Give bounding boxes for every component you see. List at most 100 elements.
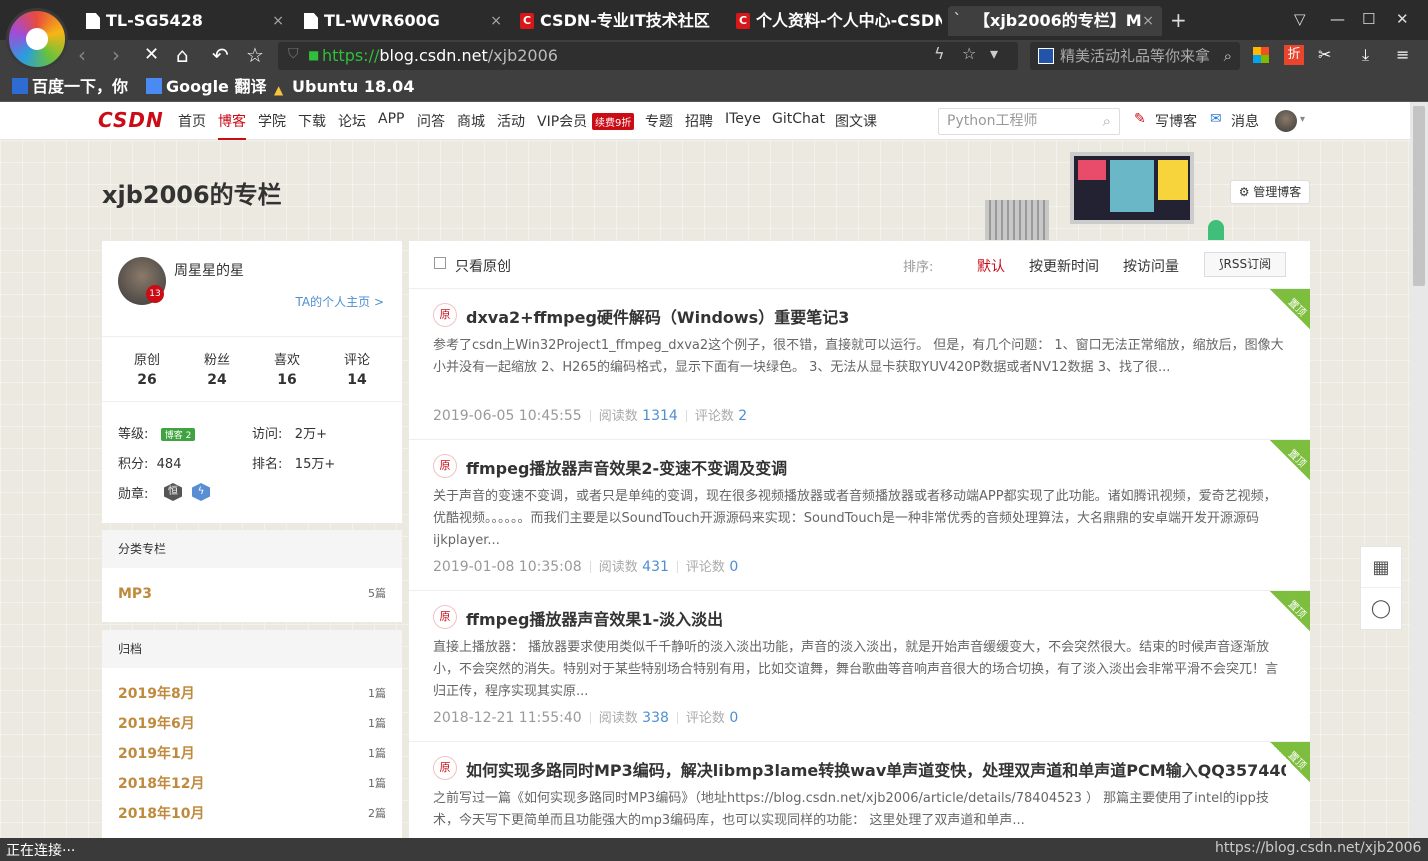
feedback-icon[interactable]: ◯ bbox=[1361, 588, 1401, 629]
sort-default[interactable]: 默认 bbox=[977, 256, 1005, 276]
browser-tab-3[interactable]: C CSDN-专业IT技术社区 bbox=[514, 6, 726, 36]
close-icon[interactable]: × bbox=[272, 6, 284, 36]
messages-link[interactable]: 消息 bbox=[1231, 111, 1259, 131]
user-avatar[interactable] bbox=[1275, 110, 1297, 132]
nav-item-topics[interactable]: 专题 bbox=[645, 111, 673, 131]
nav-item-courses[interactable]: 图文课 bbox=[835, 111, 877, 131]
browser-tab-1[interactable]: TL-SG5428 × bbox=[80, 6, 292, 36]
sort-by-update[interactable]: 按更新时间 bbox=[1029, 256, 1099, 276]
bookmark-baidu[interactable]: 百度一下，你 bbox=[12, 76, 132, 98]
search-icon[interactable]: ⌕ bbox=[1224, 42, 1232, 70]
download-icon[interactable]: ⤓ bbox=[1362, 42, 1369, 68]
stat-comments[interactable]: 评论 14 bbox=[322, 349, 392, 388]
archive-item[interactable]: 2019年6月 1篇 bbox=[118, 709, 386, 739]
only-original-label[interactable]: 只看原创 bbox=[455, 256, 511, 276]
nav-item-app[interactable]: APP bbox=[378, 111, 404, 127]
stat-likes[interactable]: 喜欢 16 bbox=[252, 349, 322, 388]
article-title[interactable]: ffmpeg播放器声音效果1-淡入淡出 bbox=[466, 606, 723, 630]
level-badge[interactable]: 博客 2 bbox=[160, 428, 196, 441]
close-icon[interactable]: × bbox=[490, 6, 502, 36]
menu-icon[interactable]: ≡ bbox=[1396, 42, 1409, 68]
skin-icon[interactable]: ▽ bbox=[1294, 6, 1306, 32]
apps-icon[interactable] bbox=[1253, 47, 1269, 63]
archive-item[interactable]: 2019年8月 1篇 bbox=[118, 679, 386, 709]
browser-tab-4[interactable]: C 个人资料-个人中心-CSDN bbox=[730, 6, 942, 36]
article-title[interactable]: dxva2+ffmpeg硬件解码（Windows）重要笔记3 bbox=[466, 304, 849, 328]
article-summary[interactable]: 直接上播放器： 播放器要求使用类似千千静听的淡入淡出功能，声音的淡入淡出，就是开… bbox=[433, 637, 1285, 703]
scissors-icon[interactable]: ✂ bbox=[1318, 42, 1331, 68]
nav-item-iteye[interactable]: ITeye bbox=[725, 111, 761, 127]
qrcode-icon[interactable]: ▦ bbox=[1361, 547, 1401, 588]
article-summary[interactable]: 之前写过一篇《如何实现多路同时MP3编码》（地址https://blog.csd… bbox=[433, 788, 1285, 832]
archive-item[interactable]: 2018年12月 1篇 bbox=[118, 769, 386, 799]
nav-item-academy[interactable]: 学院 bbox=[258, 111, 286, 131]
medal-speed-icon[interactable]: ϟ bbox=[192, 483, 210, 501]
article-title[interactable]: ffmpeg播放器声音效果2-变速不变调及变调 bbox=[466, 455, 787, 479]
nav-item-blog[interactable]: 博客 bbox=[218, 111, 246, 140]
new-tab-button[interactable]: + bbox=[1170, 6, 1187, 34]
mail-icon[interactable]: ✉ bbox=[1210, 111, 1222, 127]
archive-item[interactable]: 2018年10月 2篇 bbox=[118, 799, 386, 829]
only-original-checkbox[interactable] bbox=[434, 257, 446, 269]
stop-icon[interactable]: ✕ bbox=[144, 42, 159, 68]
vertical-scrollbar[interactable] bbox=[1410, 102, 1428, 838]
sort-by-views[interactable]: 按访问量 bbox=[1123, 256, 1179, 276]
nav-item-download[interactable]: 下载 bbox=[298, 111, 326, 131]
gear-icon: ⚙ bbox=[1238, 185, 1254, 199]
article-summary[interactable]: 关于声音的变速不变调，或者只是单纯的变调，现在很多视频播放器或者音频播放器或者移… bbox=[433, 486, 1285, 552]
archive-item[interactable]: 2019年1月 1篇 bbox=[118, 739, 386, 769]
browser-logo-icon[interactable] bbox=[6, 8, 68, 70]
write-blog-link[interactable]: 写博客 bbox=[1155, 111, 1197, 131]
favorite-star-icon[interactable]: ☆ bbox=[246, 42, 264, 68]
nav-item-jobs[interactable]: 招聘 bbox=[685, 111, 713, 131]
window-close-icon[interactable]: ✕ bbox=[1396, 6, 1409, 32]
write-blog-icon[interactable]: ✎ bbox=[1134, 111, 1146, 127]
article-summary[interactable]: 参考了csdn上Win32Project1_ffmpeg_dxva2这个例子，很… bbox=[433, 335, 1285, 401]
search-icon[interactable]: ⌕ bbox=[1103, 109, 1111, 134]
forward-icon[interactable]: › bbox=[112, 42, 120, 68]
user-name[interactable]: 周星星的星 bbox=[174, 260, 244, 280]
nav-item-vip[interactable]: VIP会员 bbox=[537, 111, 587, 131]
rss-button[interactable]: ⟆RSS订阅 bbox=[1204, 252, 1286, 277]
nav-item-gitchat[interactable]: GitChat bbox=[772, 111, 825, 127]
browser-tab-5-active[interactable]: ` 【xjb2006的专栏】M × bbox=[948, 6, 1162, 36]
address-bar[interactable]: ⛉ ■ https://blog.csdn.net/xjb2006 ϟ ☆ ▾ bbox=[278, 42, 1018, 70]
search-box-text: 精美活动礼品等你来拿 bbox=[1060, 47, 1211, 65]
stat-fans[interactable]: 粉丝 24 bbox=[182, 349, 252, 388]
discount-icon[interactable]: 折 bbox=[1284, 45, 1304, 65]
csdn-search-input[interactable]: Python工程师 ⌕ bbox=[938, 108, 1120, 135]
tab-title: CSDN-专业IT技术社区 bbox=[540, 11, 710, 30]
baidu-icon bbox=[12, 78, 28, 94]
bookmark-ubuntu[interactable]: ▲ Ubuntu 18.04 bbox=[274, 76, 414, 98]
stat-original[interactable]: 原创 26 bbox=[112, 349, 182, 388]
manage-blog-button[interactable]: ⚙ 管理博客 bbox=[1230, 180, 1310, 204]
scrollbar-thumb[interactable] bbox=[1413, 106, 1425, 286]
close-icon[interactable]: × bbox=[1142, 6, 1154, 36]
nav-item-events[interactable]: 活动 bbox=[497, 111, 525, 131]
maximize-icon[interactable]: ☐ bbox=[1362, 6, 1375, 32]
bookmark-google-translate[interactable]: Google 翻译 bbox=[146, 76, 266, 98]
dropdown-icon[interactable]: ▾ bbox=[990, 44, 998, 63]
undo-icon[interactable]: ↶ bbox=[212, 42, 229, 68]
article-title[interactable]: 如何实现多路同时MP3编码，解决libmp3lame转换wav单声道变快，处理双… bbox=[466, 757, 1286, 781]
chevron-down-icon[interactable]: ▾ bbox=[1300, 114, 1305, 125]
stats-row: 原创 26 粉丝 24 喜欢 16 评论 14 bbox=[102, 336, 402, 402]
nav-item-qa[interactable]: 问答 bbox=[417, 111, 445, 131]
medal-persistence-icon[interactable]: 恒 bbox=[164, 483, 182, 501]
browser-search-box[interactable]: 精美活动礼品等你来拿 ⌕ bbox=[1030, 42, 1240, 70]
minimize-icon[interactable]: — bbox=[1330, 6, 1345, 32]
csdn-logo[interactable]: CSDN bbox=[98, 108, 164, 132]
user-home-link[interactable]: TA的个人主页 > bbox=[296, 293, 384, 310]
lightning-icon[interactable]: ϟ bbox=[934, 44, 945, 63]
nav-item-home[interactable]: 首页 bbox=[178, 111, 206, 131]
nav-item-forum[interactable]: 论坛 bbox=[338, 111, 366, 131]
category-item[interactable]: MP3 5篇 bbox=[118, 579, 386, 609]
browser-tab-2[interactable]: TL-WVR600G × bbox=[298, 6, 510, 36]
back-icon[interactable]: ‹ bbox=[78, 42, 86, 68]
article-meta: 2019-01-08 10:35:08 阅读数 431 评论数 0 bbox=[433, 559, 739, 575]
home-icon[interactable]: ⌂ bbox=[176, 42, 189, 68]
blog-title: xjb2006的专栏 bbox=[102, 181, 282, 209]
nav-item-mall[interactable]: 商城 bbox=[457, 111, 485, 131]
bookmark-star-icon[interactable]: ☆ bbox=[962, 44, 976, 63]
side-tools: ▦ ◯ bbox=[1360, 546, 1402, 630]
